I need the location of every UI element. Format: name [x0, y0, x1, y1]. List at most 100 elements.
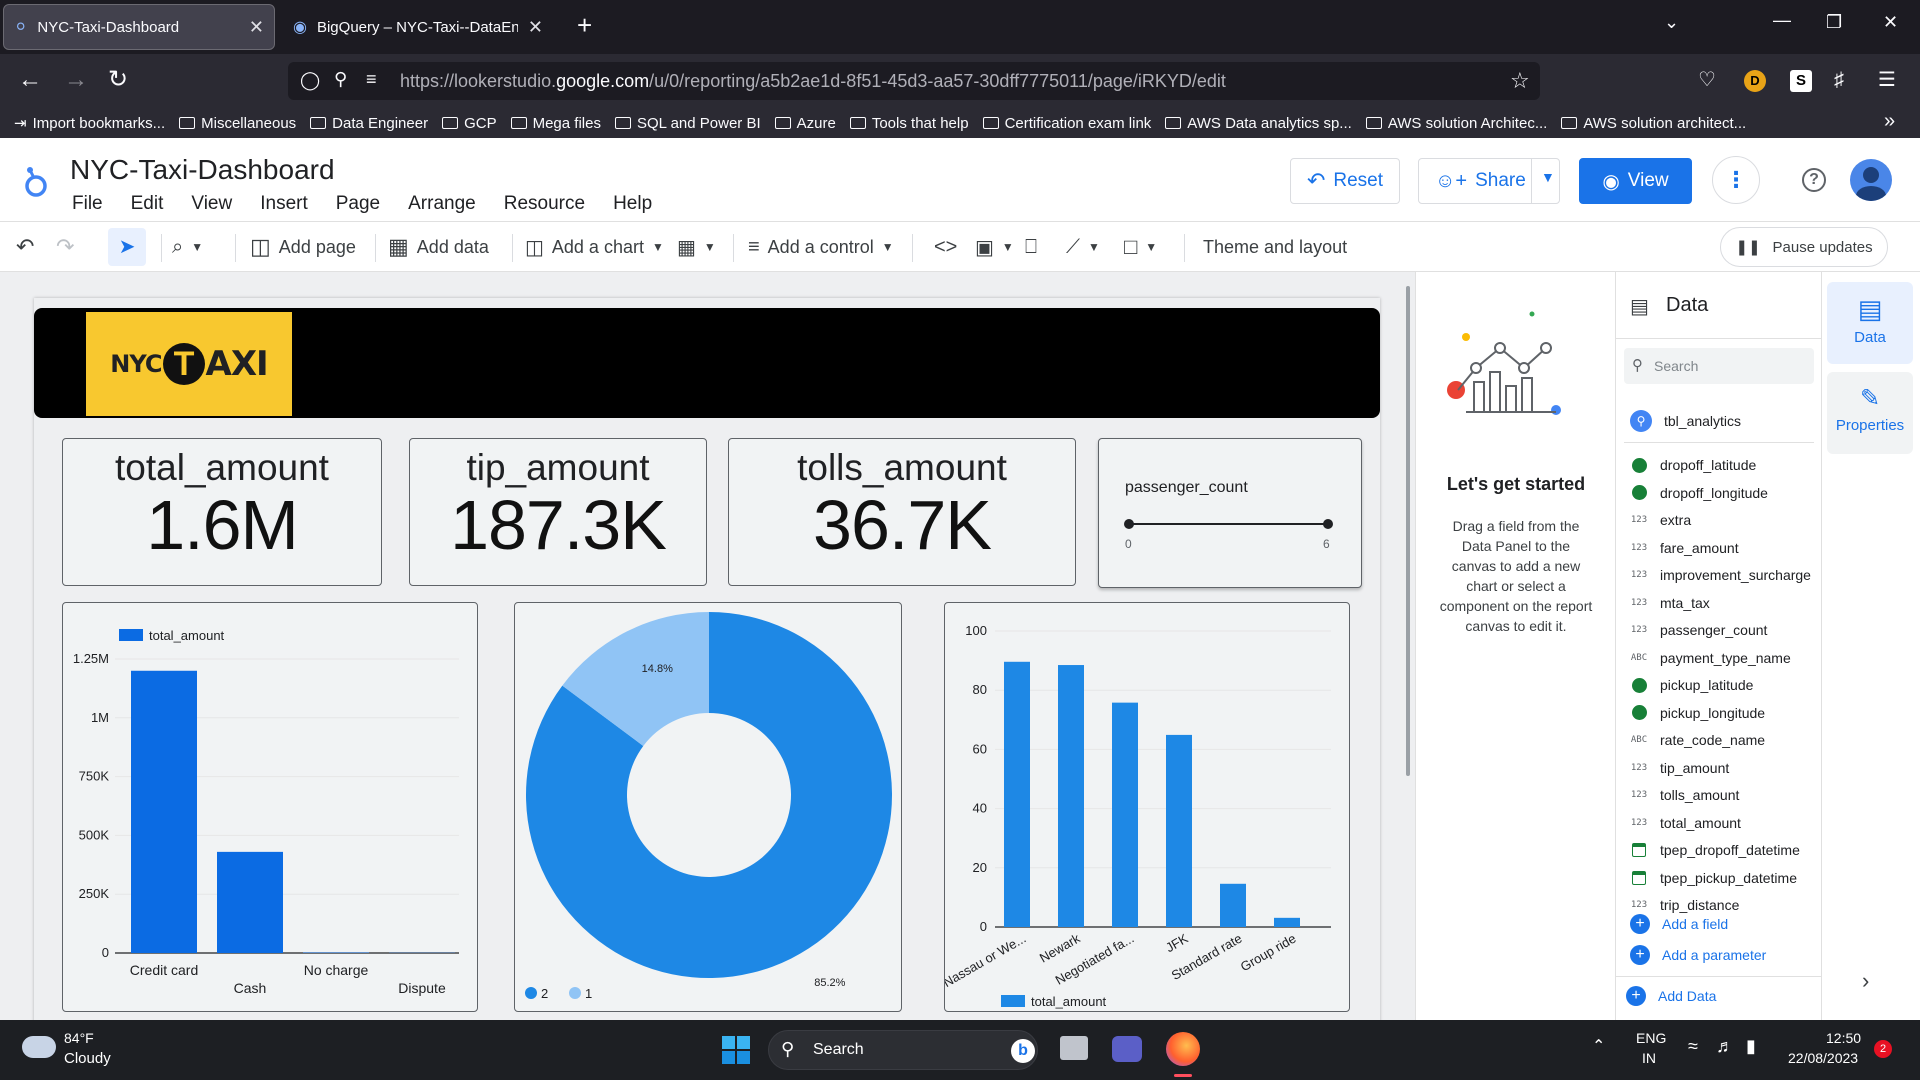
field-item[interactable]: 123 improvement_surcharge [1630, 566, 1811, 584]
new-tab-icon[interactable]: + [577, 12, 592, 38]
bookmark-folder[interactable]: AWS solution Architec... [1365, 115, 1547, 132]
add-field-button[interactable]: + Add a field [1630, 914, 1728, 934]
lock-icon[interactable]: ⚲ [334, 69, 347, 90]
minimize-icon[interactable]: — [1773, 10, 1791, 31]
tab-bigquery[interactable]: ◉ BigQuery – NYC-Taxi--DataEngi ✕ [283, 4, 553, 50]
menu-edit[interactable]: Edit [131, 193, 164, 215]
menu-resource[interactable]: Resource [504, 193, 585, 215]
add-page-button[interactable]: ◫ Add page [250, 222, 356, 272]
bookmark-folder[interactable]: Mega files [510, 115, 601, 132]
bookmark-folder[interactable]: Data Engineer [310, 115, 428, 132]
field-item[interactable]: ABC rate_code_name [1630, 731, 1765, 749]
bookmark-folder[interactable]: Azure [774, 115, 836, 132]
teams-icon[interactable] [1112, 1036, 1142, 1062]
weather-temp[interactable]: 84°F [64, 1030, 94, 1046]
field-item[interactable]: 123 mta_tax [1630, 594, 1710, 612]
menu-help[interactable]: Help [613, 193, 652, 215]
field-item[interactable]: 123 trip_distance [1630, 896, 1740, 914]
notification-badge[interactable]: 2 [1874, 1040, 1892, 1058]
firefox-icon[interactable] [1166, 1032, 1200, 1066]
field-item[interactable]: ABC payment_type_name [1630, 649, 1791, 667]
shield-icon[interactable]: ◯ [300, 70, 320, 91]
close-tab-icon[interactable]: ✕ [249, 17, 264, 38]
windows-start-icon[interactable] [722, 1036, 750, 1064]
clock-time[interactable]: 12:50 [1826, 1030, 1861, 1046]
undo-icon[interactable]: ↶ [16, 222, 34, 272]
field-item[interactable]: pickup_latitude [1630, 676, 1753, 694]
show-hidden-icons-icon[interactable]: ⌃ [1592, 1036, 1605, 1056]
field-search-input[interactable]: ⚲ Search [1624, 348, 1814, 384]
clock-date[interactable]: 22/08/2023 [1788, 1050, 1858, 1066]
embed-code-icon[interactable]: <> [934, 222, 957, 272]
field-item[interactable]: dropoff_latitude [1630, 456, 1756, 474]
url-bar[interactable]: ◯ ⚲ ≡ https://lookerstudio.google.com/u/… [288, 62, 1540, 100]
menu-arrange[interactable]: Arrange [408, 193, 476, 215]
bookmark-import[interactable]: ⇥ Import bookmarks... [14, 114, 165, 133]
field-item[interactable]: 123 tip_amount [1630, 759, 1729, 777]
pocket-icon[interactable]: ♡ [1698, 66, 1716, 94]
line-icon[interactable]: ⟋ ▼ [1066, 222, 1100, 272]
menu-insert[interactable]: Insert [260, 193, 308, 215]
field-item[interactable]: 123 fare_amount [1630, 539, 1739, 557]
tab-properties[interactable]: ✎ Properties [1827, 372, 1913, 454]
slider-min-handle[interactable] [1124, 519, 1134, 529]
user-avatar[interactable] [1850, 159, 1892, 201]
task-view-icon[interactable] [1060, 1036, 1088, 1060]
help-icon[interactable]: ? [1802, 168, 1826, 192]
reset-button[interactable]: ↶ Reset [1290, 158, 1400, 204]
slider-max-handle[interactable] [1323, 519, 1333, 529]
scorecard-tolls-amount[interactable]: tolls_amount 36.7K [728, 438, 1076, 586]
permissions-icon[interactable]: ≡ [366, 69, 377, 90]
bookmark-folder[interactable]: AWS solution architect... [1561, 115, 1746, 132]
image-icon[interactable]: ▣ ▼ [975, 222, 1014, 272]
bookmark-folder[interactable]: SQL and Power BI [614, 115, 761, 132]
bar-chart-rate-code[interactable]: 0 20 40 60 80 100 Nassau or We... Newark Negotia… [944, 602, 1350, 1012]
field-item[interactable]: dropoff_longitude [1630, 484, 1768, 502]
field-item[interactable]: tpep_pickup_datetime [1630, 869, 1797, 887]
weather-condition[interactable]: Cloudy [64, 1050, 111, 1067]
donut-chart-passenger[interactable]: 85.2% 14.8% 2 1 [514, 602, 902, 1012]
tab-nyc-taxi-dashboard[interactable]: ⚪ NYC-Taxi-Dashboard ✕ [3, 4, 275, 50]
menu-page[interactable]: Page [336, 193, 380, 215]
battery-icon[interactable]: ▮ [1746, 1036, 1756, 1057]
redo-icon[interactable]: ↷ [56, 222, 74, 272]
collapse-panel-icon[interactable]: › [1862, 968, 1869, 994]
menu-hamburger-icon[interactable]: ☰ [1878, 66, 1896, 94]
share-button[interactable]: ☺+ Share ▼ [1418, 158, 1560, 204]
language-top[interactable]: ENG [1636, 1030, 1666, 1046]
pause-updates-button[interactable]: ❚❚ Pause updates [1720, 227, 1888, 267]
tab-data[interactable]: ▤ Data [1827, 282, 1913, 364]
data-source-item[interactable]: ⚲ tbl_analytics [1630, 410, 1741, 432]
reload-icon[interactable]: ↻ [108, 66, 128, 94]
theme-and-layout-button[interactable]: Theme and layout [1203, 222, 1347, 272]
field-item[interactable]: tpep_dropoff_datetime [1630, 841, 1800, 859]
add-chart-button[interactable]: ◫ Add a chart ▼ [525, 222, 664, 272]
forward-icon[interactable]: → [64, 66, 88, 94]
bookmark-star-icon[interactable]: ☆ [1510, 68, 1530, 94]
view-button[interactable]: ◉ View [1579, 158, 1692, 204]
bookmark-folder[interactable]: GCP [442, 115, 497, 132]
field-item[interactable]: 123 passenger_count [1630, 621, 1768, 639]
add-parameter-button[interactable]: + Add a parameter [1630, 945, 1766, 965]
close-window-icon[interactable]: ✕ [1883, 12, 1898, 33]
bookmark-folder[interactable]: Tools that help [849, 115, 969, 132]
nyc-taxi-logo[interactable]: NYC T AXI [86, 312, 292, 416]
extensions-puzzle-icon[interactable]: ♯ [1834, 66, 1844, 94]
volume-icon[interactable]: ♬ [1716, 1036, 1734, 1057]
cloud-weather-icon[interactable] [22, 1036, 56, 1058]
zoom-icon[interactable]: ⌕ ▼ [172, 222, 203, 272]
bookmark-folder[interactable]: AWS Data analytics sp... [1165, 115, 1352, 132]
scorecard-tip-amount[interactable]: tip_amount 187.3K [409, 438, 707, 586]
field-item[interactable]: 123 extra [1630, 511, 1691, 529]
report-page[interactable]: NYC T AXI total_amount 1.6M tip_amount 1… [34, 298, 1380, 1028]
passenger-count-slider[interactable]: passenger_count 0 6 [1098, 438, 1362, 588]
field-item[interactable]: 123 total_amount [1630, 814, 1741, 832]
language-bottom[interactable]: IN [1642, 1050, 1656, 1066]
share-dropdown-icon[interactable]: ▼ [1541, 169, 1555, 185]
back-icon[interactable]: ← [18, 66, 42, 94]
bar-chart-payment-type[interactable]: 0 250K 500K 750K 1M 1.25M Credit card Cash No ch… [62, 602, 478, 1012]
taskbar-search[interactable]: ⚲ Search b [768, 1030, 1038, 1070]
add-control-button[interactable]: ≡ Add a control ▼ [748, 222, 894, 272]
report-title[interactable]: NYC-Taxi-Dashboard [70, 154, 335, 186]
close-tab-icon[interactable]: ✕ [528, 17, 543, 38]
